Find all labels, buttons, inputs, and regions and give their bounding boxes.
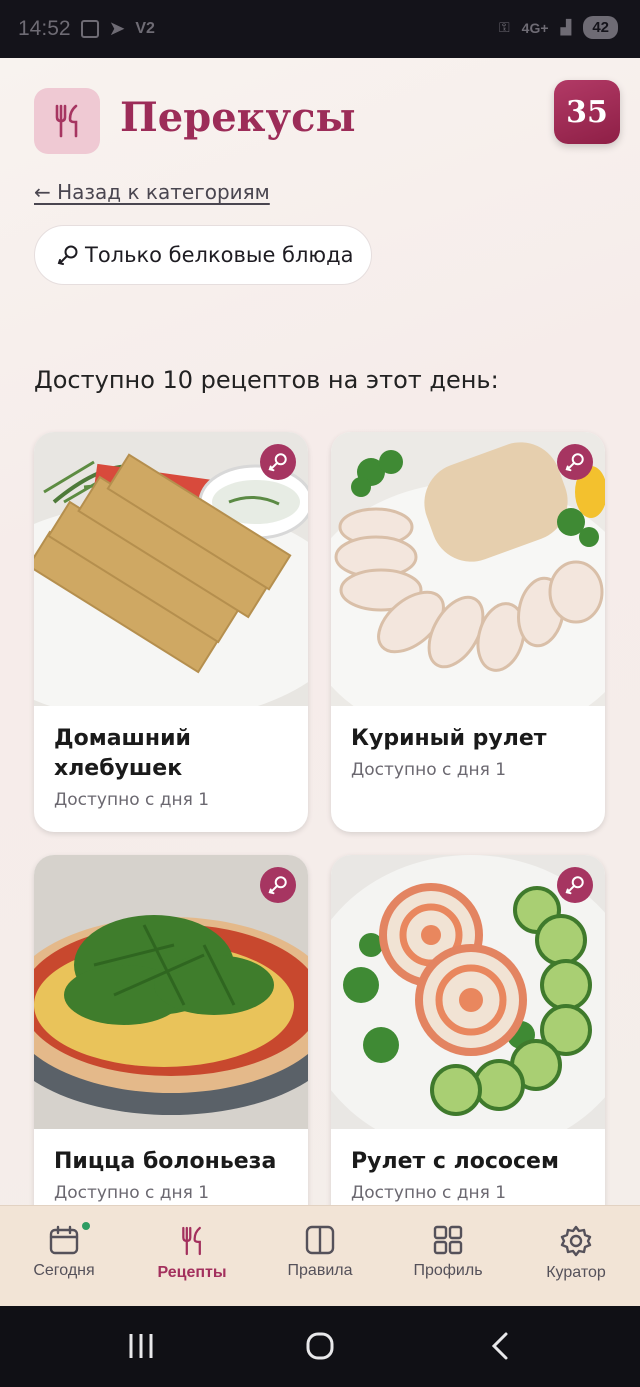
recipes-screen: Перекусы 35 ← Назад к категориям Только …	[0, 58, 640, 1306]
nav-recipes[interactable]: Рецепты	[128, 1206, 256, 1306]
filter-chip-label: Только белковые блюда	[85, 243, 354, 267]
nav-profile[interactable]: Профиль	[384, 1206, 512, 1306]
recipe-title: Пицца болоньеза	[54, 1149, 277, 1174]
drumstick-icon	[268, 453, 287, 472]
day-number: 35	[566, 94, 608, 130]
gear-icon	[560, 1225, 592, 1257]
nav-label: Правила	[287, 1262, 353, 1279]
screenshot-icon	[80, 19, 99, 38]
nav-curator[interactable]: Куратор	[512, 1206, 640, 1306]
recipe-card[interactable]: Пицца болоньеза Доступно с дня 1	[34, 855, 308, 1255]
recipe-card[interactable]: Куриный рулет Доступно с дня 1	[331, 432, 605, 832]
recipe-availability: Доступно с дня 1	[351, 760, 507, 780]
nav-label: Профиль	[413, 1262, 483, 1279]
system-navigation-bar	[0, 1306, 640, 1387]
recipe-availability: Доступно с дня 1	[351, 1183, 507, 1203]
protein-badge	[557, 444, 593, 480]
nav-label: Рецепты	[157, 1264, 227, 1281]
protein-badge	[260, 444, 296, 480]
drumstick-icon	[565, 453, 584, 472]
recipe-title: Домашний хлебушек	[54, 726, 191, 781]
nav-label: Сегодня	[33, 1262, 95, 1279]
bottom-navigation: Сегодня Рецепты Правила Профиль Куратор	[0, 1205, 640, 1306]
protein-filter-chip[interactable]: Только белковые блюда	[34, 225, 372, 285]
nav-label: Куратор	[546, 1264, 606, 1281]
recipe-availability: Доступно с дня 1	[54, 1183, 210, 1203]
status-bar: 14:52 ➤ V2 ⚿ 4G+ ▟ 42	[0, 0, 640, 58]
signal-icon: ▟	[560, 19, 572, 35]
drumstick-icon	[565, 876, 584, 895]
category-logo	[34, 88, 100, 154]
nav-rules[interactable]: Правила	[256, 1206, 384, 1306]
recent-apps-icon	[129, 1334, 153, 1358]
battery-level: 42	[592, 19, 609, 36]
recipe-availability: Доступно с дня 1	[54, 790, 210, 810]
cutlery-icon	[55, 104, 78, 138]
recipe-image	[331, 432, 605, 706]
calendar-icon	[49, 1225, 79, 1255]
book-icon	[305, 1225, 335, 1255]
recipe-image	[331, 855, 605, 1129]
recipe-title: Рулет с лососем	[351, 1149, 559, 1174]
home-icon	[306, 1332, 334, 1360]
protein-badge	[557, 867, 593, 903]
back-to-categories-link[interactable]: ← Назад к категориям	[34, 180, 270, 204]
home-button[interactable]	[296, 1324, 344, 1368]
page-title: Перекусы	[120, 94, 356, 141]
battery-indicator: 42	[583, 16, 618, 39]
recent-apps-button[interactable]	[117, 1324, 165, 1368]
day-badge[interactable]: 35	[554, 80, 620, 144]
back-icon	[491, 1332, 508, 1360]
carrier-label: V2	[135, 19, 155, 37]
telegram-icon: ➤	[108, 18, 126, 40]
protein-badge	[260, 867, 296, 903]
available-count-text: Доступно 10 рецептов на этот день:	[34, 366, 499, 394]
nav-today[interactable]: Сегодня	[0, 1206, 128, 1306]
drumstick-icon	[57, 245, 78, 265]
notification-dot	[82, 1222, 90, 1230]
recipe-image	[34, 432, 308, 706]
drumstick-icon	[268, 876, 287, 895]
recipe-title: Куриный рулет	[351, 726, 547, 751]
key-icon: ⚿	[499, 19, 510, 35]
recipe-image	[34, 855, 308, 1129]
back-button[interactable]	[476, 1324, 524, 1368]
grid-icon	[433, 1225, 463, 1255]
recipe-card[interactable]: Домашний хлебушек Доступно с дня 1	[34, 432, 308, 832]
cutlery-icon	[182, 1226, 201, 1256]
status-time: 14:52	[18, 16, 71, 40]
network-label: 4G+	[521, 19, 549, 36]
recipe-card[interactable]: Рулет с лососем Доступно с дня 1	[331, 855, 605, 1255]
